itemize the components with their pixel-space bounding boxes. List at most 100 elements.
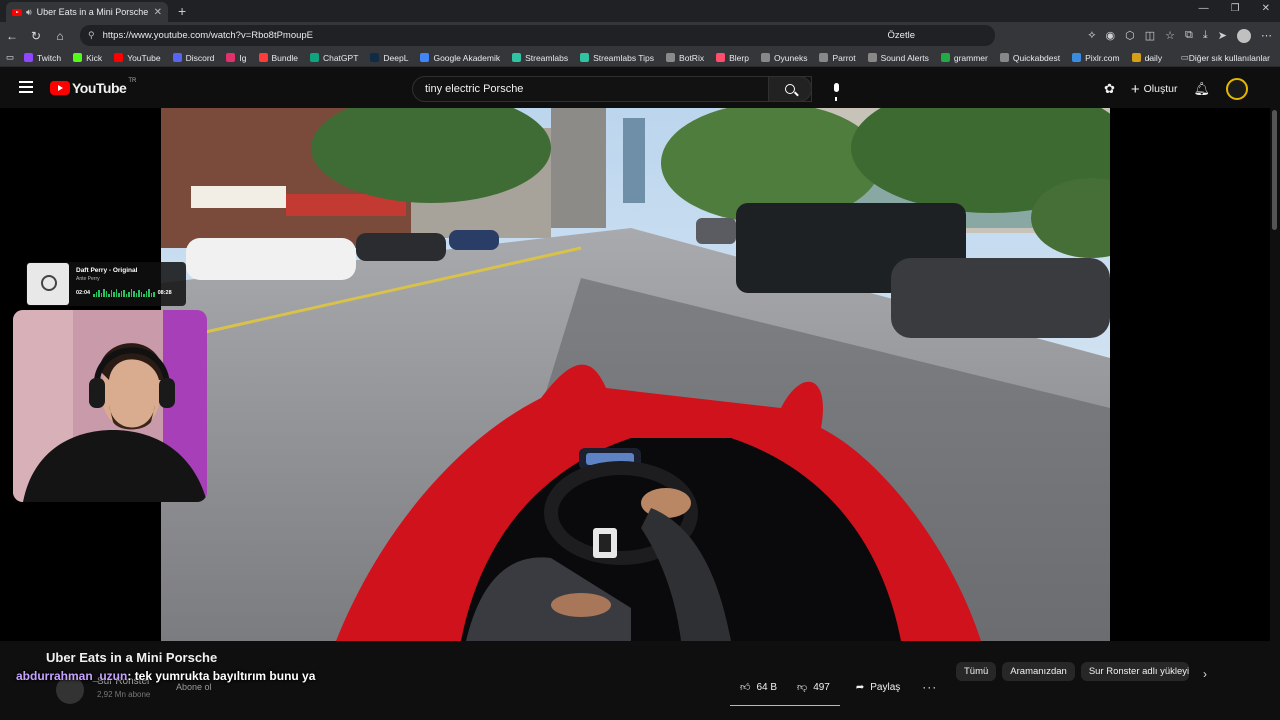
- filter-chip[interactable]: Aramanızdan: [1002, 662, 1075, 681]
- new-tab-button[interactable]: +: [178, 3, 186, 19]
- summarize-button[interactable]: Özetle: [888, 30, 915, 41]
- bookmark-item[interactable]: Ig: [226, 53, 247, 63]
- bookmark-item[interactable]: Quickabdest: [999, 53, 1060, 63]
- bookmark-favicon-icon: [819, 53, 829, 62]
- bookmark-item[interactable]: Blerp: [716, 53, 749, 63]
- close-tab-icon[interactable]: ✕: [154, 7, 162, 18]
- address-toolbar: ← ↻ ⌂ ⚲ https://www.youtube.com/watch?v=…: [0, 22, 1280, 49]
- notifications-bell-icon[interactable]: 🔔︎: [1193, 81, 1210, 97]
- bookmark-item[interactable]: ChatGPT: [309, 52, 359, 63]
- bookmark-item[interactable]: Parrot: [819, 53, 856, 63]
- bookmark-item[interactable]: Oyuneks: [760, 52, 808, 63]
- video-actions: 👍︎ 64 B 👎︎ 497 ➦ Paylaş ···: [730, 676, 937, 698]
- bookmark-favicon-icon: [867, 53, 877, 62]
- bookmark-label: ChatGPT: [322, 52, 359, 63]
- copilot-icon[interactable]: ⟡: [1088, 29, 1095, 42]
- browser-tab[interactable]: 🔊︎ Uber Eats in a Mini Porsche ✕: [6, 2, 168, 22]
- bookmark-item[interactable]: Kick: [73, 53, 102, 63]
- bookmark-favicon-icon: [420, 53, 430, 62]
- region-code: TR: [128, 78, 137, 84]
- youtube-favicon-icon: [12, 8, 22, 16]
- video-frame[interactable]: [161, 108, 1110, 641]
- menu-icon[interactable]: ⋯: [1261, 29, 1272, 42]
- hamburger-menu-icon[interactable]: [19, 81, 33, 96]
- split-screen-icon[interactable]: ◫: [1145, 29, 1155, 42]
- bookmark-item[interactable]: DeepL: [370, 53, 408, 63]
- bookmark-favicon-icon: [1131, 53, 1141, 62]
- bookmark-favicon-icon: [1072, 53, 1082, 62]
- bookmark-label: Pixlr.com: [1085, 52, 1120, 63]
- bookmark-item[interactable]: BotRix: [666, 53, 704, 63]
- close-window-icon[interactable]: ✕: [1262, 3, 1270, 14]
- site-info-icon[interactable]: ⚲: [88, 30, 95, 41]
- bookmark-favicon-icon: [114, 53, 124, 62]
- youtube-play-icon: [50, 81, 70, 95]
- voice-search-button[interactable]: [826, 79, 846, 101]
- share-label: Paylaş: [870, 681, 901, 693]
- speaker-icon[interactable]: 🔊︎: [26, 7, 32, 18]
- bookmark-item[interactable]: Sound Alerts: [867, 53, 929, 63]
- bookmark-favicon-icon: [258, 53, 268, 62]
- bookmark-favicon-icon: [999, 53, 1009, 62]
- share-button[interactable]: ➦ Paylaş: [848, 682, 908, 693]
- more-actions-icon[interactable]: ···: [922, 680, 937, 694]
- scrollbar-thumb[interactable]: [1272, 110, 1277, 230]
- bookmark-item[interactable]: Discord: [172, 52, 215, 63]
- bookmark-item[interactable]: Twitch: [24, 53, 61, 63]
- bookmark-label: Bundle: [271, 52, 298, 63]
- youtube-logo[interactable]: YouTube TR: [50, 78, 137, 96]
- bookmark-item[interactable]: Streamlabs: [512, 53, 568, 63]
- bookmark-favicon-icon: [760, 53, 770, 62]
- url-bar[interactable]: ⚲ https://www.youtube.com/watch?v=Rbo8tP…: [80, 25, 995, 46]
- bookmark-label: Streamlabs: [525, 52, 569, 63]
- bookmark-label: YouTube: [127, 52, 161, 63]
- extension-icon[interactable]: ✿: [1104, 81, 1115, 97]
- like-bar-underline: [730, 705, 840, 706]
- like-button[interactable]: 👍︎ 64 B: [730, 681, 787, 694]
- bookmark-label: Oyuneks: [773, 52, 808, 63]
- bookmark-label: Blerp: [729, 52, 749, 63]
- filter-chip[interactable]: Sur Ronster adlı yükleyici: [1080, 662, 1189, 681]
- favorites-icon[interactable]: ☆: [1165, 29, 1175, 42]
- collections-icon[interactable]: ⧉: [1185, 29, 1193, 42]
- bookmark-item[interactable]: YouTube: [114, 52, 161, 63]
- bookmarks-overflow-icon[interactable]: ›: [1147, 53, 1150, 63]
- filter-chip[interactable]: Tümü: [956, 662, 997, 681]
- minimize-icon[interactable]: —: [1199, 3, 1209, 14]
- search-input[interactable]: tiny electric Porsche ✕: [412, 76, 812, 102]
- share-icon: ➦: [855, 681, 865, 693]
- back-icon[interactable]: ←: [0, 29, 24, 43]
- chat-message-text: : tek yumrukta bayıltırım bunu ya: [127, 669, 316, 683]
- downloads-icon[interactable]: ⤓: [1203, 29, 1208, 42]
- reload-icon[interactable]: ↻: [24, 29, 48, 43]
- bookmark-item[interactable]: Google Akademik: [420, 53, 500, 63]
- bookmark-label: Twitch: [37, 52, 62, 63]
- bookmark-item[interactable]: Pixlr.com: [1072, 52, 1120, 63]
- share-page-icon[interactable]: ➤: [1218, 29, 1227, 42]
- dislike-button[interactable]: 👎︎ 497: [787, 681, 840, 694]
- account-avatar[interactable]: [1226, 78, 1248, 100]
- dislike-count: 497: [813, 681, 830, 693]
- extensions-icon[interactable]: ⬡: [1125, 29, 1135, 42]
- profile-avatar[interactable]: [1237, 28, 1251, 43]
- search-button[interactable]: [768, 76, 812, 102]
- chat-username: abdurrahman_uzun: [16, 669, 128, 683]
- video-title: Uber Eats in a Mini Porsche: [46, 650, 218, 665]
- url-text: https://www.youtube.com/watch?v=Rbo8tPmo…: [102, 30, 314, 41]
- bookmark-label: grammer: [953, 52, 988, 63]
- webcam-overlay: [13, 310, 207, 502]
- bookmark-item[interactable]: Bundle: [258, 52, 298, 63]
- read-aloud-icon[interactable]: ◉: [1106, 29, 1116, 42]
- home-icon[interactable]: ⌂: [48, 29, 72, 43]
- create-button[interactable]: + Oluştur: [1131, 81, 1178, 98]
- chips-next-icon[interactable]: ›: [1203, 667, 1207, 681]
- bookmark-label: Kick: [86, 52, 103, 63]
- bookmark-item[interactable]: grammer: [940, 52, 988, 63]
- bookmark-item[interactable]: Streamlabs Tips: [580, 53, 654, 63]
- page-scrollbar[interactable]: [1270, 108, 1280, 720]
- other-bookmarks[interactable]: ▭ Diğer sık kullanılanlar: [1181, 52, 1270, 63]
- song-time-elapsed: 02:04: [76, 290, 91, 296]
- bookmark-label: Discord: [185, 52, 215, 63]
- maximize-icon[interactable]: ❐: [1231, 3, 1240, 14]
- bookmark-apps-icon[interactable]: ▭: [6, 52, 14, 63]
